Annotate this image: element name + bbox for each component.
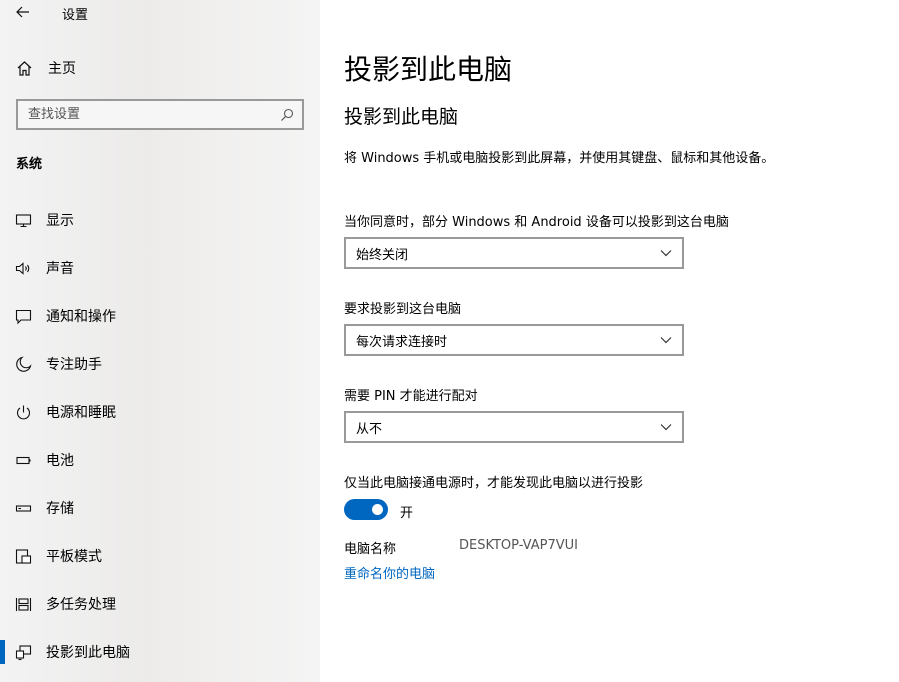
sidebar-item-label: 通知和操作 [46,309,116,325]
sidebar-item-label: 电源和睡眠 [46,405,116,421]
sidebar-item-sound[interactable]: 声音 [0,244,320,292]
sidebar-item-multitasking[interactable]: 多任务处理 [0,580,320,628]
page-title: 投影到此电脑 [344,53,513,86]
sidebar-item-label: 主页 [48,61,76,77]
search-icon[interactable] [272,108,302,122]
nav-list: 显示 声音 通知和操作 专注助手 电源和睡眠 电池 存储 平板模式 多任务处理 … [0,196,320,676]
arrow-left-icon [16,6,29,18]
section-subtitle: 投影到此电脑 [344,106,459,128]
app-title: 设置 [62,8,89,23]
sidebar: 设置 主页 系统 显示 声音 通知和操作 [0,0,320,682]
availability-label: 当你同意时，部分 Windows 和 Android 设备可以投影到这台电脑 [344,215,729,230]
power-discovery-toggle[interactable] [344,499,388,520]
sidebar-item-label: 多任务处理 [46,597,116,613]
description-text: 将 Windows 手机或电脑投影到此屏幕，并使用其键盘、鼠标和其他设备。 [344,151,775,166]
battery-icon [0,452,46,469]
require-pin-label: 需要 PIN 才能进行配对 [344,389,478,404]
chevron-down-icon [660,424,672,431]
dropdown-value: 始终关闭 [356,247,409,263]
multitask-icon [0,596,46,613]
sidebar-item-storage[interactable]: 存储 [0,484,320,532]
speaker-icon [0,260,46,277]
availability-dropdown[interactable]: 始终关闭 [344,237,684,269]
ask-to-project-label: 要求投影到这台电脑 [344,302,462,317]
sidebar-item-label: 投影到此电脑 [46,645,130,661]
notification-icon [0,308,46,325]
search-input[interactable] [18,107,272,122]
title-bar: 设置 [0,0,320,24]
display-icon [0,212,46,229]
require-pin-dropdown[interactable]: 从不 [344,411,684,443]
sidebar-item-label: 专注助手 [46,357,102,373]
section-title: 系统 [16,157,43,172]
sidebar-item-display[interactable]: 显示 [0,196,320,244]
storage-icon [0,500,46,517]
sidebar-item-label: 平板模式 [46,549,102,565]
ask-to-project-dropdown[interactable]: 每次请求连接时 [344,324,684,356]
home-icon [0,60,48,77]
toggle-state-label: 开 [400,506,414,521]
sidebar-item-label: 存储 [46,501,74,517]
toggle-knob [372,504,383,515]
sidebar-item-focus-assist[interactable]: 专注助手 [0,340,320,388]
sidebar-item-label: 显示 [46,213,74,229]
sidebar-item-project-to-this-pc[interactable]: 投影到此电脑 [0,628,320,676]
pc-name-label: 电脑名称 [344,542,397,557]
back-button[interactable] [8,0,38,24]
power-icon [0,404,46,421]
dropdown-value: 从不 [356,421,383,437]
search-box[interactable] [16,99,304,130]
sidebar-item-notifications[interactable]: 通知和操作 [0,292,320,340]
sidebar-item-tablet-mode[interactable]: 平板模式 [0,532,320,580]
sidebar-item-home[interactable]: 主页 [0,52,320,84]
sidebar-item-label: 声音 [46,261,74,277]
sidebar-item-label: 电池 [46,453,74,469]
main-content: 投影到此电脑 投影到此电脑 将 Windows 手机或电脑投影到此屏幕，并使用其… [320,0,899,682]
dropdown-value: 每次请求连接时 [356,334,448,350]
moon-icon [0,355,46,373]
sidebar-item-power[interactable]: 电源和睡眠 [0,388,320,436]
tablet-icon [0,548,46,565]
chevron-down-icon [660,337,672,344]
pc-name-value: DESKTOP-VAP7VUI [459,538,578,553]
sidebar-item-battery[interactable]: 电池 [0,436,320,484]
power-discovery-label: 仅当此电脑接通电源时，才能发现此电脑以进行投影 [344,476,644,491]
rename-pc-link[interactable]: 重命名你的电脑 [344,563,435,582]
chevron-down-icon [660,250,672,257]
project-icon [0,644,46,661]
